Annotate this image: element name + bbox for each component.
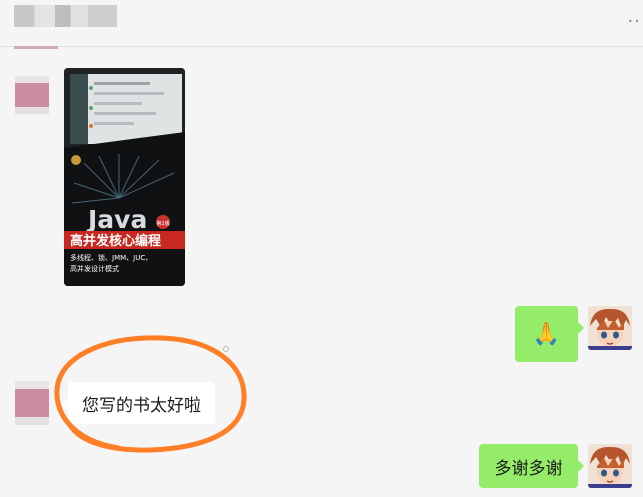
contact-avatar[interactable]	[15, 76, 49, 114]
sent-message-emoji[interactable]: 🙏	[515, 306, 584, 362]
received-message-text: 您写的书太好啦	[82, 395, 201, 416]
book-photo-image: Java 第2版 高并发核心编程 多线程、锁、JMM、JUC、 高并发设计模式	[64, 68, 185, 286]
book-photo-message[interactable]: Java 第2版 高并发核心编程 多线程、锁、JMM、JUC、 高并发设计模式	[64, 68, 185, 286]
book-cover-brand: Java	[86, 205, 147, 234]
chat-title-blurred	[14, 5, 117, 27]
my-avatar[interactable]	[588, 306, 632, 350]
book-cover-title: 高并发核心编程	[70, 233, 161, 249]
received-message-bubble[interactable]: 您写的书太好啦	[62, 382, 215, 424]
book-cover-subtitle-1: 多线程、锁、JMM、JUC、	[70, 253, 152, 262]
sent-message-text: 多谢多谢	[494, 458, 563, 479]
anime-avatar-icon	[588, 444, 632, 488]
book-cover-subtitle-2: 高并发设计模式	[70, 264, 119, 273]
small-dot-mark	[223, 346, 229, 352]
chat-header: ··	[0, 0, 643, 47]
my-avatar-2[interactable]	[588, 444, 632, 488]
praying-hands-emoji-icon: 🙏	[532, 321, 561, 347]
book-cover-edition: 第2版	[156, 220, 169, 227]
sent-message-bubble[interactable]: 多谢多谢	[479, 444, 584, 488]
anime-avatar-icon	[588, 306, 632, 350]
previous-message-fragment	[14, 46, 58, 49]
contact-avatar-2[interactable]	[15, 381, 49, 425]
more-dots-icon[interactable]: ··	[628, 13, 641, 31]
